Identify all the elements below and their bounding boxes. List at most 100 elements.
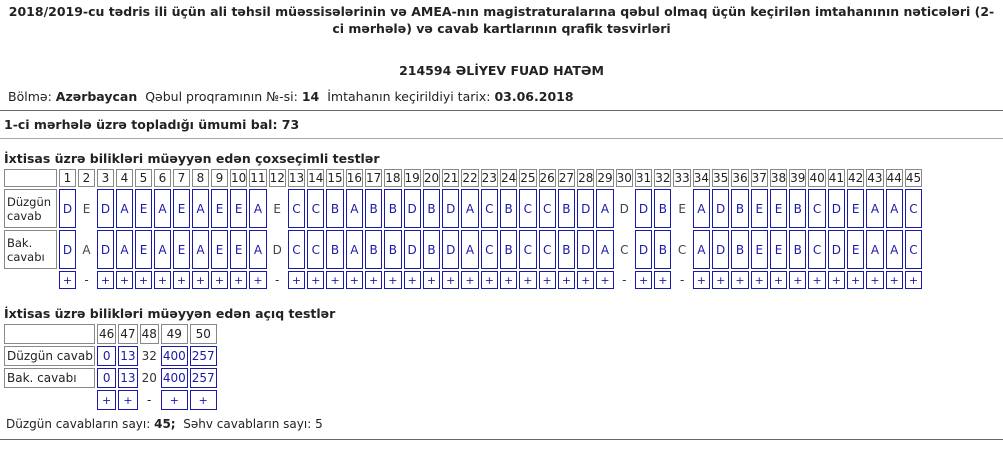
given-answer-cell: B [422, 230, 441, 269]
correct-answer-cell: B [731, 189, 749, 228]
correct-answer-cell: E [273, 201, 281, 216]
row-label-correct: Düzgün cavab [4, 189, 57, 228]
given-answer-cell: 0 [97, 368, 117, 388]
result-mark: + [97, 271, 114, 289]
given-answer-cell: A [345, 230, 363, 269]
question-number: 10 [230, 169, 248, 187]
question-number: 11 [249, 169, 267, 187]
result-mark: + [307, 271, 325, 289]
divider [0, 439, 1003, 440]
result-mark: + [577, 271, 595, 289]
correct-answer-cell: E [211, 189, 228, 228]
question-number: 1 [59, 169, 76, 187]
result-mark: + [192, 271, 209, 289]
correct-answer-cell: B [654, 189, 672, 228]
given-answer-cell: A [154, 230, 171, 269]
result-mark: + [827, 271, 845, 289]
question-number: 39 [789, 169, 807, 187]
question-number: 16 [345, 169, 363, 187]
correct-answer-cell: D [403, 189, 421, 228]
question-number: 7 [173, 169, 190, 187]
result-mark: + [596, 271, 614, 289]
given-answer-cell: C [307, 230, 325, 269]
row-label-answer: Bak. cavabı [4, 230, 57, 269]
marks-blank-cell [4, 390, 95, 410]
given-answer-cell: 13 [118, 368, 138, 388]
correct-answer-cell: D [97, 189, 114, 228]
given-answer-cell: E [211, 230, 228, 269]
closed-tests-table: 1 2 3 4 5 6 7 8 9 10 11 12 13 14 15 16 17 18 19 20 21 22 23 24 2… [2, 167, 924, 291]
given-answer-cell: A [249, 230, 267, 269]
result-mark: + [442, 271, 460, 289]
correct-answer-cell: E [230, 189, 248, 228]
question-number: 6 [154, 169, 171, 187]
result-mark: + [654, 271, 672, 289]
given-answer-cell: E [769, 230, 788, 269]
result-mark: - [275, 273, 280, 287]
correct-answer-cell: B [326, 189, 344, 228]
given-answer-cell: C [480, 230, 498, 269]
given-answer-cell: C [519, 230, 537, 269]
result-mark: + [384, 271, 402, 289]
correct-answer-cell: B [384, 189, 402, 228]
result-mark: + [808, 271, 826, 289]
result-mark: + [866, 271, 884, 289]
result-mark: + [769, 271, 788, 289]
correct-answer-cell: E [135, 189, 152, 228]
question-number: 50 [189, 324, 217, 344]
given-answer-cell: D [59, 230, 76, 269]
given-answer-cell: C [287, 230, 306, 269]
correct-count-label: Düzgün cavabların sayı: [6, 417, 151, 431]
question-number: 30 [615, 169, 633, 187]
result-mark: + [422, 271, 441, 289]
question-number: 12 [268, 169, 286, 187]
divider [0, 110, 1003, 111]
correct-answer-cell: A [345, 189, 363, 228]
question-number: 37 [750, 169, 768, 187]
result-mark: + [499, 271, 518, 289]
given-answer-cell: C [620, 242, 629, 257]
given-answer-cell: E [230, 230, 248, 269]
correct-answer-cell: A [116, 189, 133, 228]
date-value: 03.06.2018 [494, 89, 574, 104]
question-number: 14 [307, 169, 325, 187]
result-mark: + [97, 390, 117, 410]
question-number: 25 [519, 169, 537, 187]
correct-answer-cell: A [249, 189, 267, 228]
given-answer-cell: A [885, 230, 903, 269]
question-number: 42 [847, 169, 865, 187]
closed-tests-heading: İxtisas üzrə bilikləri müəyyən edən çoxs… [4, 151, 380, 166]
correct-answer-cell: A [692, 189, 711, 228]
program-label: Qəbul proqramının №-si: [145, 89, 298, 104]
correct-answer-cell: C [808, 189, 826, 228]
result-mark: + [211, 271, 228, 289]
correct-answer-cell: B [499, 189, 518, 228]
correct-answer-cell: D [59, 189, 76, 228]
given-answer-cell: B [499, 230, 518, 269]
given-answer-cell: D [272, 242, 282, 257]
given-answer-cell: A [866, 230, 884, 269]
result-mark: - [622, 273, 627, 287]
question-number: 23 [480, 169, 498, 187]
result-mark: + [160, 390, 188, 410]
open-tests-heading: İxtisas üzrə bilikləri müəyyən edən açıq… [4, 306, 336, 321]
result-mark: + [59, 271, 76, 289]
result-mark: + [692, 271, 711, 289]
given-answer-cell: 400 [160, 368, 188, 388]
given-answer-cell: D [712, 230, 730, 269]
given-answer-cell: D [827, 230, 845, 269]
given-answer-cell: A [461, 230, 479, 269]
given-answer-cell: B [731, 230, 749, 269]
question-number: 2 [78, 169, 95, 187]
correct-answer-cell: E [847, 189, 865, 228]
correct-answer-cell: 0 [97, 346, 117, 366]
question-number: 13 [287, 169, 306, 187]
row-label-answer: Bak. cavabı [4, 368, 95, 388]
correct-answer-cell: A [866, 189, 884, 228]
given-answer-cell: A [116, 230, 133, 269]
result-mark: + [189, 390, 217, 410]
question-number: 22 [461, 169, 479, 187]
question-number: 33 [673, 169, 691, 187]
correct-answer-cell: C [519, 189, 537, 228]
given-answer-cell: D [442, 230, 460, 269]
